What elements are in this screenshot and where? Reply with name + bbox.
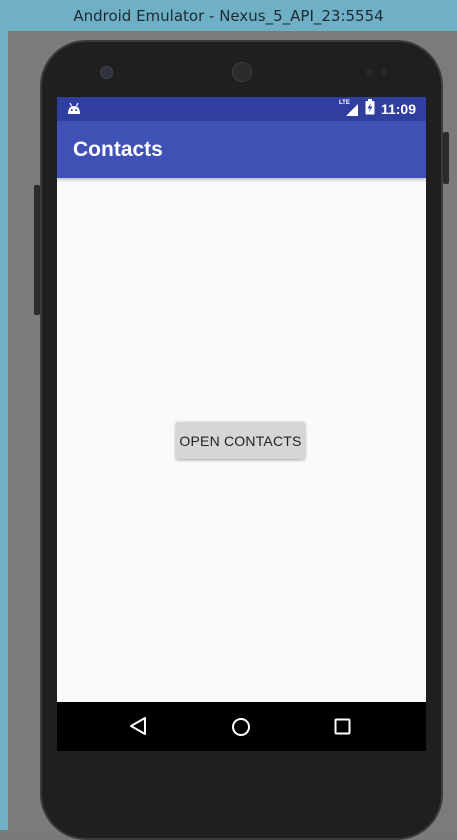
android-notification-icon — [67, 102, 81, 120]
app-bar: Contacts — [57, 121, 426, 178]
back-icon[interactable] — [129, 716, 147, 741]
status-icons: LTE 11:09 — [339, 97, 416, 121]
emulator-window-title: Android Emulator - Nexus_5_API_23:5554 — [0, 0, 457, 31]
battery-charging-icon — [365, 98, 375, 120]
navigation-bar — [57, 702, 426, 751]
lte-signal-icon: LTE — [339, 100, 359, 117]
recents-icon[interactable] — [334, 718, 351, 740]
open-contacts-button[interactable]: OPEN CONTACTS — [176, 422, 305, 459]
status-time: 11:09 — [380, 101, 416, 117]
window-border — [0, 31, 8, 830]
earpiece-speaker — [232, 62, 252, 82]
light-sensor — [381, 69, 387, 75]
phone-side-button-right[interactable] — [443, 132, 449, 184]
proximity-sensor — [366, 69, 372, 75]
front-camera — [100, 66, 113, 79]
phone-screen: LTE 11:09 Contacts OPEN CONTACTS — [57, 97, 426, 751]
window-title-text: Android Emulator - Nexus_5_API_23:5554 — [73, 6, 384, 25]
home-icon[interactable] — [231, 717, 251, 742]
status-bar: LTE 11:09 — [57, 97, 426, 121]
app-title: Contacts — [73, 138, 163, 161]
